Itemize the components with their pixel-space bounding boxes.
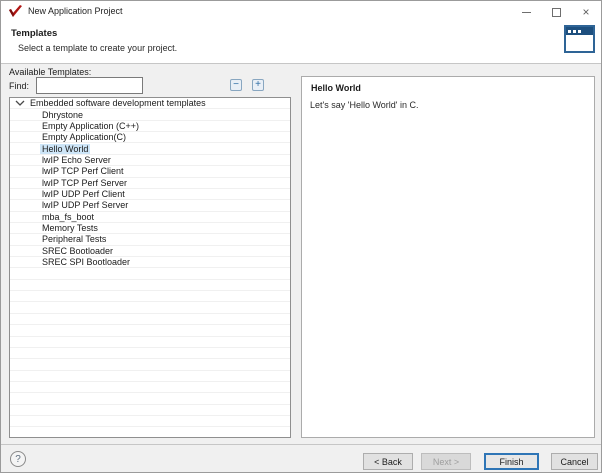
empty-row <box>10 280 290 291</box>
template-description-title: Hello World <box>311 83 361 93</box>
template-item-label: Empty Application(C) <box>40 132 128 142</box>
template-item[interactable]: Peripheral Tests <box>10 234 290 245</box>
empty-row <box>10 337 290 348</box>
template-item[interactable]: lwIP Echo Server <box>10 155 290 166</box>
collapse-all-button[interactable]: − <box>230 79 242 91</box>
expand-all-icon: + <box>255 80 261 90</box>
empty-row <box>10 382 290 393</box>
template-item[interactable]: Hello World <box>10 143 290 154</box>
find-input[interactable] <box>36 77 143 94</box>
finish-button[interactable]: Finish <box>484 453 539 470</box>
empty-row <box>10 371 290 382</box>
wizard-window-icon <box>564 25 595 53</box>
maximize-icon <box>552 8 561 17</box>
template-item[interactable]: lwIP UDP Perf Server <box>10 200 290 211</box>
find-label: Find: <box>9 81 29 91</box>
template-item-label: Memory Tests <box>40 223 100 233</box>
template-item-label: lwIP Echo Server <box>40 155 113 165</box>
empty-row <box>10 314 290 325</box>
empty-row <box>10 416 290 427</box>
chevron-down-icon <box>14 99 26 107</box>
page-title: Templates <box>11 28 57 39</box>
empty-row <box>10 393 290 404</box>
template-item[interactable]: Dhrystone <box>10 109 290 120</box>
minimize-button[interactable] <box>511 1 541 23</box>
template-item-label: SREC Bootloader <box>40 246 115 256</box>
template-item[interactable]: lwIP UDP Perf Client <box>10 189 290 200</box>
template-description-panel: Hello World Let's say 'Hello World' in C… <box>301 76 595 438</box>
collapse-all-icon: − <box>233 80 239 90</box>
template-item-label: mba_fs_boot <box>40 212 96 222</box>
empty-row <box>10 348 290 359</box>
template-tree-root-label: Embedded software development templates <box>28 98 208 108</box>
empty-row <box>10 302 290 313</box>
template-tree-rows: DhrystoneEmpty Application (C++)Empty Ap… <box>10 109 290 438</box>
app-logo-icon <box>8 5 23 19</box>
empty-row <box>10 359 290 370</box>
template-tree-root[interactable]: Embedded software development templates <box>10 98 290 109</box>
template-item-label: Empty Application (C++) <box>40 121 141 131</box>
empty-row <box>10 268 290 279</box>
close-icon: × <box>582 6 589 18</box>
available-templates-label: Available Templates: <box>9 67 91 77</box>
window-title: New Application Project <box>28 6 123 16</box>
template-description-body: Let's say 'Hello World' in C. <box>310 100 419 110</box>
new-application-project-dialog: New Application Project × Templates Sele… <box>0 0 602 473</box>
close-button[interactable]: × <box>571 1 601 23</box>
cancel-button[interactable]: Cancel <box>551 453 598 470</box>
title-bar: New Application Project × <box>1 1 601 23</box>
expand-all-button[interactable]: + <box>252 79 264 91</box>
empty-row <box>10 427 290 438</box>
minimize-icon <box>522 12 531 13</box>
empty-row <box>10 405 290 416</box>
next-button: Next > <box>421 453 471 470</box>
template-item-label: lwIP UDP Perf Client <box>40 189 127 199</box>
template-item[interactable]: SREC Bootloader <box>10 246 290 257</box>
template-tree: Embedded software development templates … <box>9 97 291 438</box>
button-bar: ? < Back Next > Finish Cancel <box>1 445 601 473</box>
template-item[interactable]: lwIP TCP Perf Server <box>10 178 290 189</box>
template-item[interactable]: mba_fs_boot <box>10 212 290 223</box>
empty-row <box>10 291 290 302</box>
template-item[interactable]: Empty Application (C++) <box>10 121 290 132</box>
template-item-label: lwIP UDP Perf Server <box>40 200 130 210</box>
template-item-label: Dhrystone <box>40 110 85 120</box>
maximize-button[interactable] <box>541 1 571 23</box>
template-item-label: Peripheral Tests <box>40 234 108 244</box>
template-item[interactable]: SREC SPI Bootloader <box>10 257 290 268</box>
help-icon: ? <box>15 454 21 465</box>
wizard-banner: Templates Select a template to create yo… <box>1 23 601 63</box>
empty-row <box>10 325 290 336</box>
template-item[interactable]: lwIP TCP Perf Client <box>10 166 290 177</box>
template-item-label: lwIP TCP Perf Server <box>40 178 129 188</box>
template-item[interactable]: Empty Application(C) <box>10 132 290 143</box>
page-subtitle: Select a template to create your project… <box>18 43 177 53</box>
template-item-label: SREC SPI Bootloader <box>40 257 132 267</box>
template-item-label: Hello World <box>40 144 90 154</box>
template-item[interactable]: Memory Tests <box>10 223 290 234</box>
dialog-body: Available Templates: Find: − + Embedded … <box>1 64 601 444</box>
back-button[interactable]: < Back <box>363 453 413 470</box>
help-button[interactable]: ? <box>10 451 26 467</box>
template-item-label: lwIP TCP Perf Client <box>40 166 126 176</box>
